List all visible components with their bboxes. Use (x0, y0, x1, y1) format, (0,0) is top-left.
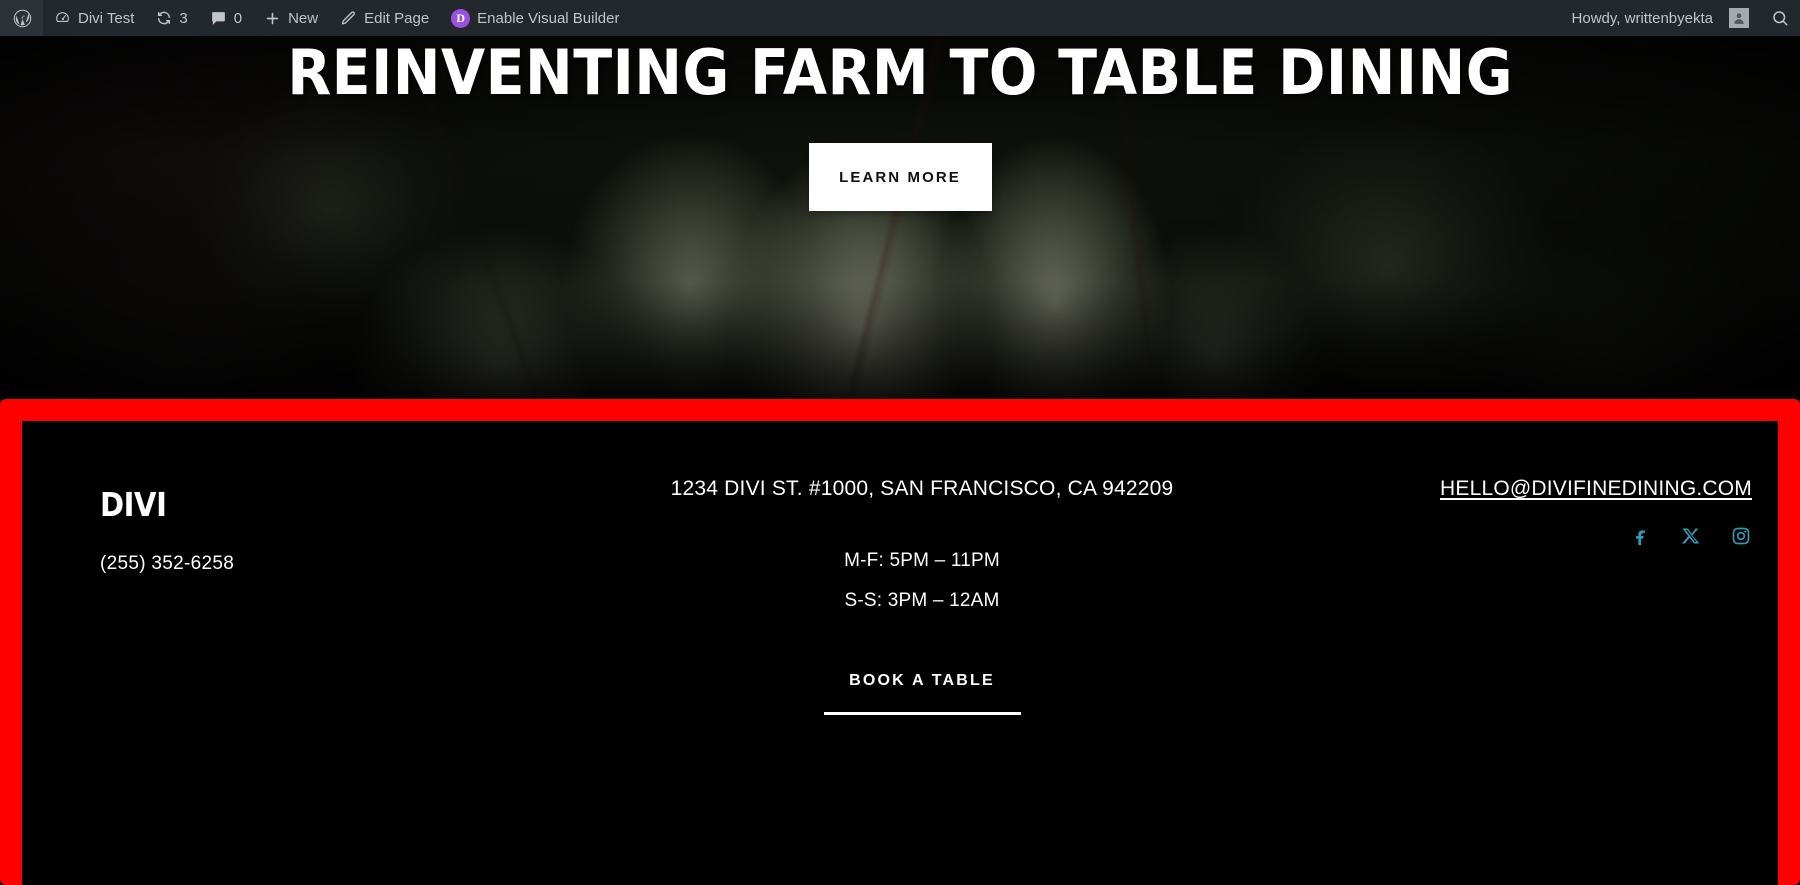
search-button[interactable] (1760, 0, 1800, 36)
divi-logo: DIVI (100, 485, 167, 524)
comment-bubble-icon (210, 10, 227, 27)
section-highlight-outline: DIVI (255) 352-6258 1234 Divi St. #1000,… (0, 399, 1800, 885)
enable-visual-builder-label: Enable Visual Builder (477, 9, 620, 27)
edit-page-label: Edit Page (364, 9, 430, 27)
footer-section: DIVI (255) 352-6258 1234 Divi St. #1000,… (22, 421, 1778, 885)
admin-bar-right-group: Howdy, writtenbyekta (1561, 0, 1800, 36)
dashboard-icon (54, 10, 71, 27)
instagram-icon[interactable] (1730, 525, 1752, 547)
hero-content: Reinventing Farm to Table Dining Learn M… (0, 36, 1800, 399)
hero-section: Reinventing Farm to Table Dining Learn M… (0, 36, 1800, 399)
hours-line-weekend: S-S: 3PM – 12AM (844, 590, 1000, 611)
revisions-icon (156, 10, 172, 26)
x-twitter-icon[interactable] (1680, 525, 1702, 547)
divi-icon-letter: D (456, 10, 465, 25)
site-name-label: Divi Test (78, 9, 135, 27)
book-a-table-button[interactable]: Book A Table (849, 672, 995, 690)
my-account-menu[interactable]: Howdy, writtenbyekta (1561, 0, 1760, 36)
edit-page-button[interactable]: Edit Page (329, 0, 440, 36)
hero-title: Reinventing Farm to Table Dining (287, 36, 1513, 109)
pencil-icon (340, 10, 357, 27)
book-a-table-wrapper: Book A Table (502, 672, 1342, 715)
user-avatar-icon (1729, 8, 1749, 28)
footer-column-middle: 1234 Divi St. #1000, San Francisco, CA 9… (502, 477, 1342, 715)
comments-count: 0 (233, 9, 243, 27)
greeting-label: Howdy, writtenbyekta (1571, 9, 1713, 27)
wordpress-logo-button[interactable] (0, 0, 43, 36)
comments-button[interactable]: 0 (199, 0, 253, 36)
revisions-button[interactable]: 3 (145, 0, 198, 36)
new-content-button[interactable]: New (253, 0, 329, 36)
search-icon (1771, 9, 1789, 27)
facebook-icon[interactable] (1630, 525, 1652, 547)
revisions-count: 3 (179, 9, 188, 27)
wordpress-logo-icon (12, 8, 33, 29)
email-link[interactable]: HELLO@DIVIFINEDINING.COM (1352, 477, 1752, 501)
footer-column-right: HELLO@DIVIFINEDINING.COM (1352, 477, 1752, 547)
book-a-table-underline (823, 712, 1021, 715)
divi-d-icon: D (451, 8, 471, 28)
enable-visual-builder-button[interactable]: D Enable Visual Builder (440, 0, 630, 36)
social-links (1352, 525, 1752, 547)
site-name-menu[interactable]: Divi Test (43, 0, 145, 36)
footer-column-left: DIVI (255) 352-6258 (100, 487, 520, 575)
wp-admin-bar: Divi Test 3 0 New Edit Page D Enable Vis… (0, 0, 1800, 36)
plus-icon (264, 10, 281, 27)
address-text: 1234 Divi St. #1000, San Francisco, CA 9… (670, 477, 1174, 500)
new-content-label: New (288, 9, 319, 27)
phone-number[interactable]: (255) 352-6258 (100, 553, 520, 575)
hours-line-weekday: M-F: 5PM – 11PM (844, 550, 1000, 571)
learn-more-button[interactable]: Learn More (808, 143, 992, 211)
